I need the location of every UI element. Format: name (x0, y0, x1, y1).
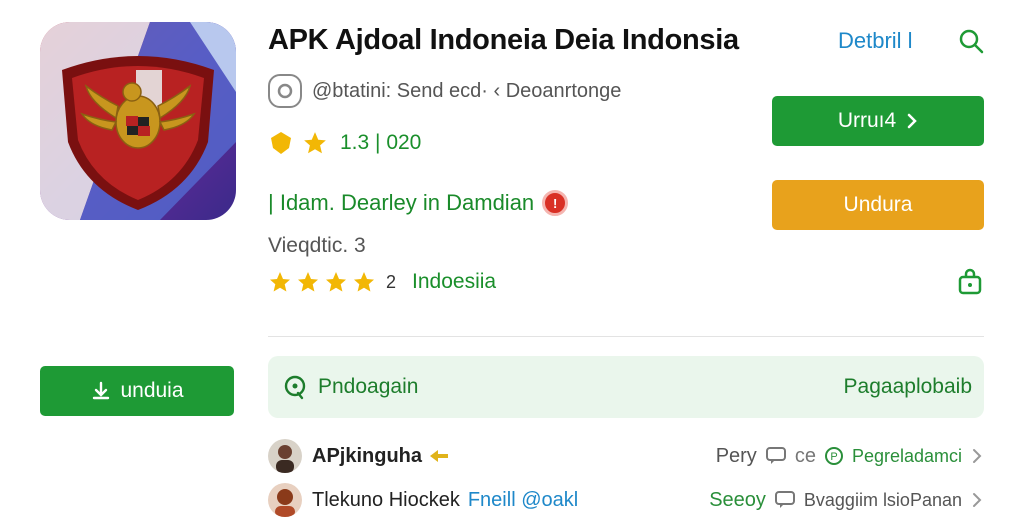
search-icon[interactable] (956, 26, 986, 56)
install-button-label: Urruı4 (837, 109, 897, 132)
chevron-right-icon (907, 113, 917, 129)
star-icon (270, 272, 290, 292)
badge-icon (430, 450, 449, 462)
rating-row: 1.3 | 020 (268, 130, 421, 156)
banner-action[interactable]: Pagaaplobaib (844, 375, 972, 399)
comment-icon (774, 491, 795, 508)
rating-text: 1.3 | 020 (340, 131, 422, 154)
list-item-meta: Seeoy (709, 488, 766, 511)
alert-icon: ! (542, 190, 569, 216)
info-circle-icon: P (824, 447, 843, 465)
list-item-action[interactable]: Bvaggiim lsioPanan (804, 490, 962, 511)
app-title: APK Ajdoal Indoneia Deia Indonsia (268, 24, 739, 56)
list-item-name: Tlekuno Hiockek (312, 488, 460, 511)
star-icon (304, 132, 326, 154)
version-text: Vieqdtic. 3 (268, 234, 366, 257)
stars-count: 2 (386, 271, 397, 292)
avatar (268, 439, 302, 473)
download-icon (93, 381, 110, 400)
star-icon (354, 272, 374, 292)
download-button[interactable]: unduia (40, 366, 234, 416)
list-item[interactable]: APjkinguha Pery ce P Pegreladamci (268, 438, 984, 474)
developer-row[interactable]: @btatini: Send ecd· ‹ Deoanrtonge (268, 72, 621, 110)
list-item-handle[interactable]: Fneill @oakl (468, 489, 578, 512)
info-banner[interactable]: Pndoagain Pagaaplobaib (268, 356, 984, 418)
developer-name: @btatini: Send ecd· ‹ Deoanrtonge (312, 79, 622, 102)
star-icon (298, 272, 318, 292)
detail-link[interactable]: Detbril l (838, 28, 913, 54)
region-text: Indoesiia (412, 270, 497, 293)
banner-text: Pndoagain (318, 375, 419, 398)
list-item-meta: Pery (715, 444, 757, 467)
unduh-button[interactable]: Undura (772, 180, 984, 230)
divider (268, 336, 984, 337)
app-icon (40, 22, 236, 220)
developer-badge-icon (268, 74, 302, 108)
chevron-right-icon[interactable] (970, 446, 984, 466)
install-button[interactable]: Urruı4 (772, 96, 984, 146)
unduh-button-label: Undura (843, 193, 913, 216)
chevron-right-icon[interactable] (970, 490, 984, 510)
developer-link[interactable]: | Idam. Dearley in Damdian (268, 190, 534, 216)
svg-text:P: P (830, 451, 837, 463)
shield-icon (271, 132, 291, 154)
comment-icon (765, 447, 786, 464)
download-button-label: unduia (120, 379, 184, 402)
info-icon (284, 375, 306, 400)
list-item-name: APjkinguha (312, 444, 423, 467)
list-item[interactable]: Tlekuno Hiockek Fneill @oakl Seeoy Bvagg… (268, 482, 984, 518)
developer-link-row[interactable]: | Idam. Dearley in Damdian ! (268, 190, 569, 216)
lock-icon[interactable] (956, 268, 984, 296)
list-item-action[interactable]: Pegreladamci (852, 446, 962, 467)
stars-row: 2 Indoesiia (268, 270, 496, 294)
star-icon (326, 272, 346, 292)
